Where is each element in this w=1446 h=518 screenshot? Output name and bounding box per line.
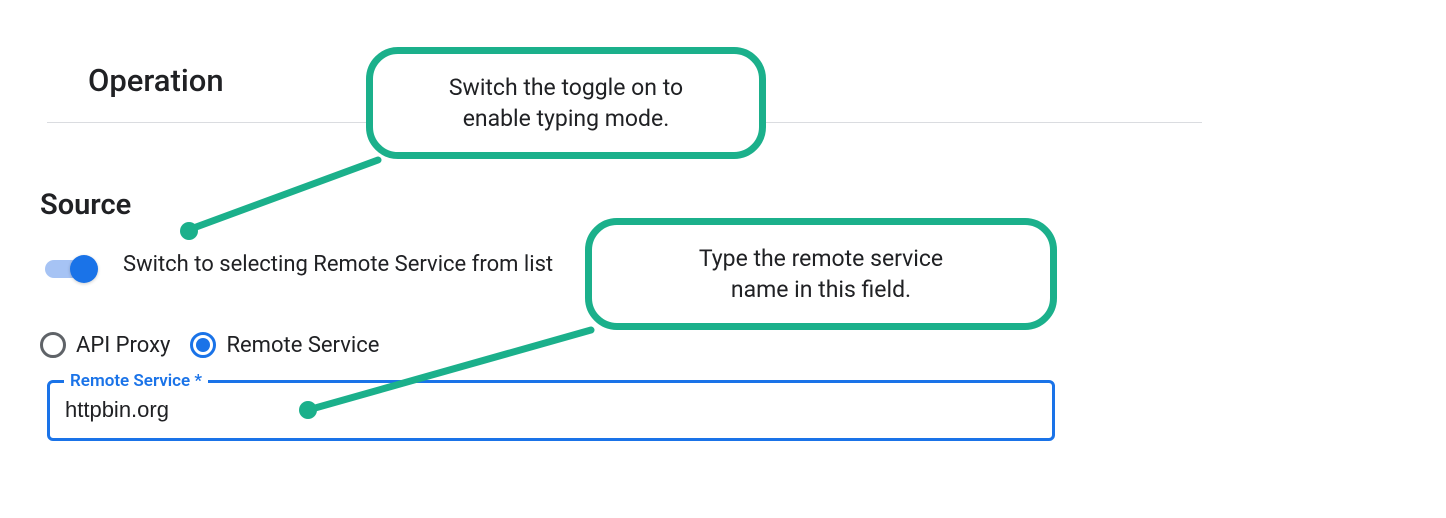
radio-circle-icon xyxy=(40,332,66,358)
connector-dot-icon xyxy=(299,401,317,419)
connector-dot-icon xyxy=(180,222,198,240)
source-heading: Source xyxy=(40,188,131,222)
radio-api-proxy-label: API Proxy xyxy=(76,333,170,358)
callout-text-line: name in this field. xyxy=(624,274,1018,305)
remote-service-legend: Remote Service * xyxy=(64,371,208,391)
toggle-row: Switch to selecting Remote Service from … xyxy=(43,252,553,277)
callout-field-hint: Type the remote service name in this fie… xyxy=(585,218,1057,330)
callout-text-line: Type the remote service xyxy=(624,243,1018,274)
typing-mode-toggle[interactable] xyxy=(43,254,101,276)
operation-heading: Operation xyxy=(88,62,224,99)
callout-text-line: Switch the toggle on to xyxy=(405,72,727,103)
connector-line xyxy=(178,150,388,240)
radio-circle-selected-icon xyxy=(190,332,216,358)
callout-toggle-hint: Switch the toggle on to enable typing mo… xyxy=(366,47,766,159)
toggle-thumb xyxy=(70,255,98,283)
toggle-label: Switch to selecting Remote Service from … xyxy=(123,252,553,277)
radio-api-proxy[interactable]: API Proxy xyxy=(40,332,170,358)
callout-text-line: enable typing mode. xyxy=(405,103,727,134)
connector-line xyxy=(298,320,598,420)
